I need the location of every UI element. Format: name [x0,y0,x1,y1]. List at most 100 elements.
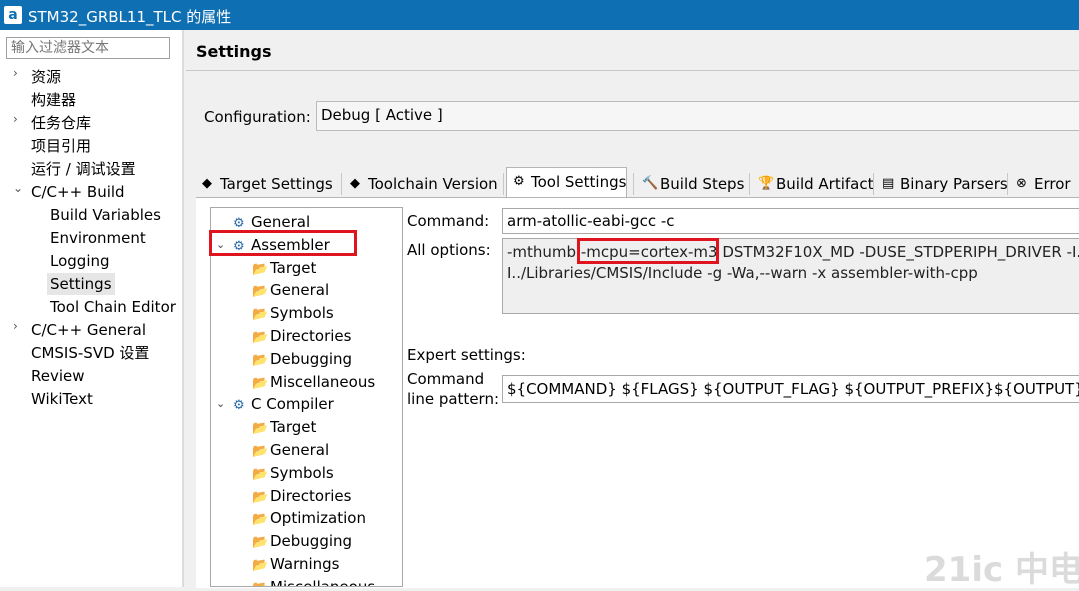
folder-settings-icon: 📂 [252,444,269,459]
configuration-select[interactable]: Debug [ Active ] [316,101,1079,131]
tab-error[interactable]: ⊗ Error [1010,171,1071,197]
command-field[interactable]: arm-atollic-eabi-gcc -c [502,208,1079,234]
tab-icon: ◆ [350,176,360,191]
all-options-label: All options: [407,241,491,259]
nav-divider[interactable] [182,30,184,587]
tab-label: Build Artifact [776,175,874,193]
tree-node[interactable]: 📂 General [252,439,329,461]
command-line-pattern-label-1: Command [407,370,485,388]
tree-node[interactable]: 📂 Symbols [252,302,334,324]
tree-node[interactable]: 📂 Debugging [252,348,352,370]
configuration-label: Configuration: [204,108,311,126]
expand-arrow-icon[interactable]: › [13,112,18,126]
tree-node-label: Target [270,258,317,277]
folder-settings-icon: 📂 [252,375,269,391]
tab-icon: ⊗ [1016,176,1027,191]
filter-input[interactable] [6,37,170,59]
tree-node-label: Directories [270,327,352,345]
tree-node[interactable]: 📂 Warnings [252,553,340,575]
tree-node[interactable]: 📂Miscellaneous [252,371,375,393]
tree-node-label: Debugging [270,532,353,551]
options-text-prefix: -mthumb [507,243,581,261]
command-line-pattern-field[interactable]: ${COMMAND} ${FLAGS} ${OUTPUT_FLAG} ${OUT… [502,375,1079,403]
folder-settings-icon: 📂 [252,535,269,551]
nav-item[interactable]: Logging [50,250,110,272]
nav-item[interactable]: C/C++ Build [31,181,125,203]
assembler-highlight-box [209,230,357,256]
tool-gear-icon: ⚙ [233,398,245,414]
nav-item[interactable]: C/C++ General [31,319,146,341]
tree-node[interactable]: 📂 Symbols [252,462,334,484]
tree-node-label: Target [270,418,317,437]
folder-settings-icon: 📂 [252,578,270,586]
tab-icon: 🔨 [642,176,659,191]
folder-settings-icon: 📂 [252,489,269,505]
tab-separator [873,173,874,195]
tree-node-label: Directories [270,486,352,505]
tab-build-artifact[interactable]: 🏆 Build Artifact [752,171,874,197]
folder-settings-icon: 📂 [252,421,269,437]
tab-tool-settings[interactable]: ⚙ Tool Settings [506,167,628,198]
settings-tabs: ◆ Target Settings ◆ Toolchain Version ⚙ Tool … [196,167,1079,198]
tab-separator [341,173,342,195]
tool-settings-tree[interactable]: ⚙ General ⌄ ⚙ Assembler 📂 Target 📂 General 📂 Symbo… [210,207,403,587]
tab-label: Target Settings [220,175,333,193]
tab-icon: ◆ [202,176,212,191]
tree-node[interactable]: ⌄ ⚙ C Compiler [216,393,334,415]
tree-node[interactable]: 📂Miscellaneous [252,576,376,587]
folder-settings-icon: 📂 [252,466,269,482]
nav-item[interactable]: CMSIS-SVD 设置 [31,342,149,364]
nav-item[interactable]: Review [31,365,85,387]
nav-item[interactable]: Tool Chain Editor [50,296,176,318]
page-title: Settings [196,42,272,61]
tree-node-label: Symbols [270,304,334,323]
app-icon: a [4,6,22,24]
tab-target-settings[interactable]: ◆ Target Settings [196,171,333,197]
tree-node[interactable]: 📂 Debugging [252,530,352,552]
tree-node[interactable]: 📂 Directories [252,325,351,347]
tree-node[interactable]: 📂 Optimization [252,507,366,529]
tab-label: Error [1034,175,1071,193]
options-text-suffix: DSTM32F10X_MD -DUSE_STDPERIPH_DRIVER -I.… [717,243,1079,261]
tree-node[interactable]: 📂 Target [252,416,316,438]
nav-item[interactable]: 项目引用 [31,135,91,157]
nav-item[interactable]: 资源 [31,66,61,88]
nav-item[interactable]: 运行 / 调试设置 [31,158,136,180]
tree-node-label: Warnings [270,555,340,573]
expand-arrow-icon[interactable]: › [13,319,18,333]
mcpu-highlight-box [577,238,719,264]
expert-settings-label: Expert settings: [407,346,526,364]
folder-settings-icon: 📂 [252,512,269,528]
nav-item[interactable]: 构建器 [31,89,76,111]
tab-label: Tool Settings [531,173,627,191]
command-line-pattern-label-2: line pattern: [407,390,500,408]
chevron-down-icon[interactable]: ⌄ [216,393,225,415]
tab-label: Build Steps [660,175,745,193]
tree-node[interactable]: 📂 General [252,279,329,301]
tab-separator [749,173,750,195]
title-bar: a STM32_GRBL11_TLC 的属性 [0,0,1079,30]
expand-arrow-icon[interactable]: › [13,66,18,80]
folder-settings-icon: 📂 [252,352,269,368]
tab-binary-parsers[interactable]: ▤ Binary Parsers [876,171,1008,197]
tree-node-label: General [251,213,311,231]
expand-arrow-icon[interactable]: ⌄ [13,181,23,195]
tab-toolchain-version[interactable]: ◆ Toolchain Version [344,171,498,197]
tree-node-label: Miscellaneous [270,372,376,391]
nav-item[interactable]: Build Variables [50,204,161,226]
tab-build-steps[interactable]: 🔨 Build Steps [636,171,744,197]
nav-item[interactable]: Environment [50,227,146,249]
properties-nav: 资源构建器任务仓库项目引用运行 / 调试设置C/C++ BuildBuild V… [0,30,182,587]
tree-node-label: Miscellaneous [270,577,376,587]
nav-item[interactable]: 任务仓库 [31,112,91,134]
nav-item[interactable]: WikiText [31,388,93,410]
nav-item[interactable]: Settings [47,273,115,295]
tree-node-label: Symbols [270,463,334,482]
tree-node[interactable]: 📂 Directories [252,485,351,507]
tab-separator [633,173,634,195]
tree-node-label: General [270,281,330,300]
window-title: STM32_GRBL11_TLC 的属性 [28,8,232,26]
options-line-2: I../Libraries/CMSIS/Include -g -Wa,--war… [507,264,978,282]
tree-node[interactable]: 📂 Target [252,257,316,279]
header-divider [186,70,1079,71]
